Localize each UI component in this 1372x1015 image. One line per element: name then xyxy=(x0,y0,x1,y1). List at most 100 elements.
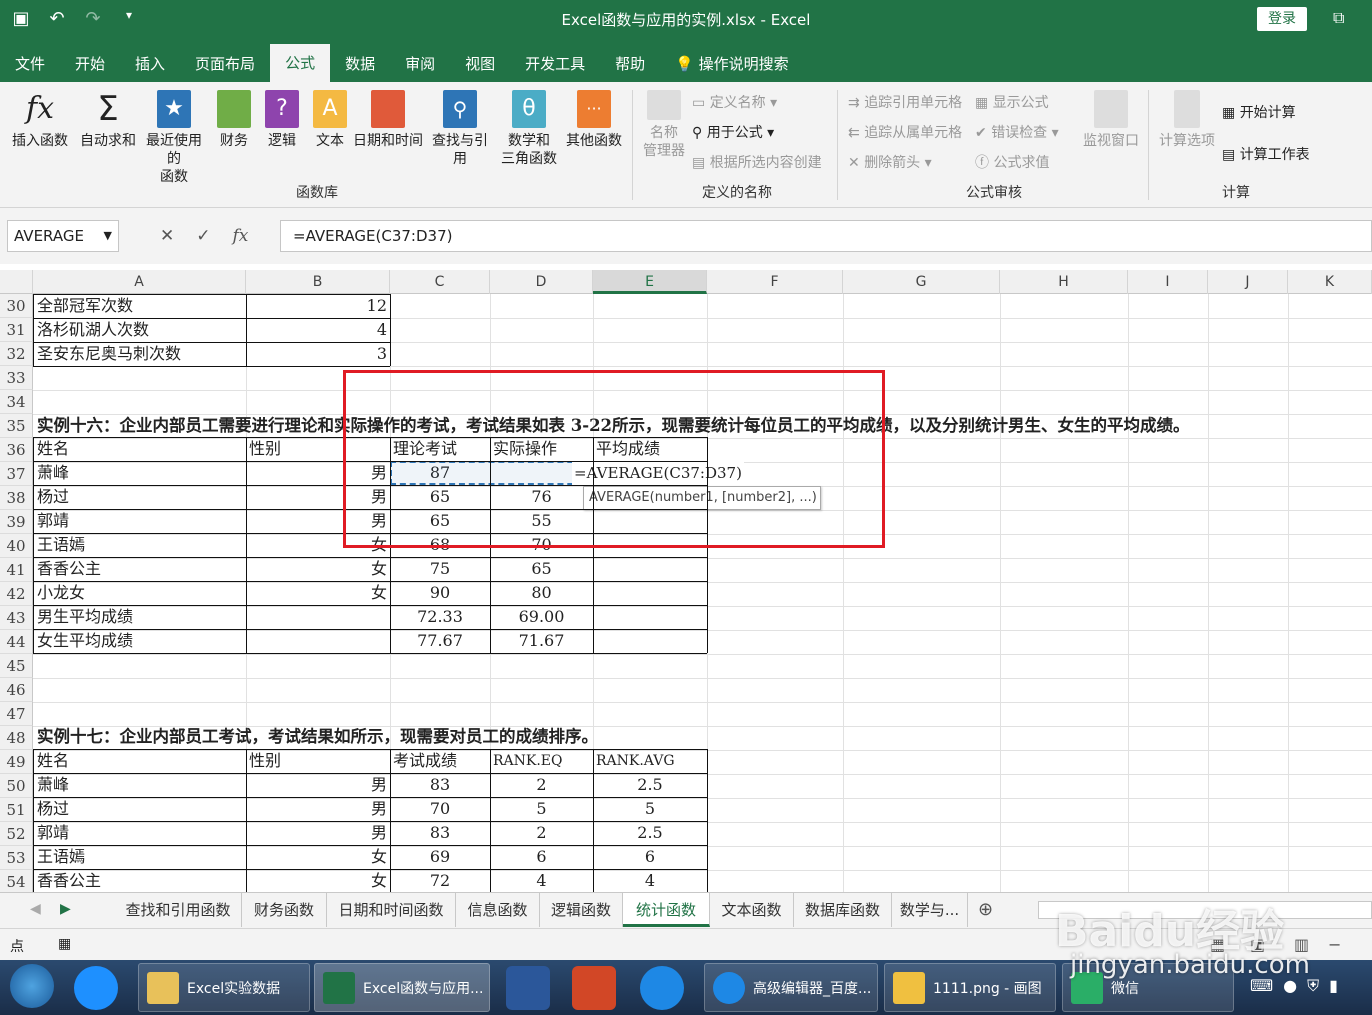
row-header[interactable]: 53 xyxy=(0,846,33,870)
row-header[interactable]: 43 xyxy=(0,606,33,630)
row-header[interactable]: 35 xyxy=(0,414,33,438)
t2-cell[interactable]: 郭靖 xyxy=(34,821,72,845)
row-header[interactable]: 34 xyxy=(0,390,33,414)
login-button[interactable]: 登录 xyxy=(1257,7,1307,31)
t1-cell-gender[interactable]: 女 xyxy=(246,581,390,605)
t2-header-score[interactable]: 考试成绩 xyxy=(390,749,460,773)
t1-header-name[interactable]: 姓名 xyxy=(34,437,72,461)
taskbar-paint[interactable]: 1111.png - 画图 xyxy=(884,963,1056,1012)
lookup-reference-button[interactable]: ⚲ 查找与引用 xyxy=(426,90,494,168)
t2-cell[interactable]: 2.5 xyxy=(593,821,707,845)
t2-cell[interactable]: 男 xyxy=(246,821,390,845)
tab-data[interactable]: 数据 xyxy=(330,48,390,82)
remove-arrows-button[interactable]: ✕ 删除箭头 ▾ xyxy=(848,152,932,172)
calculate-now-button[interactable]: ▦ 开始计算 xyxy=(1222,102,1296,122)
cell-a48-title[interactable]: 实例十七：企业内部员工考试，考试结果如所示，现需要对员工的成绩排序。 xyxy=(34,725,601,749)
sheet-tab[interactable]: 数据库函数 xyxy=(794,893,892,927)
error-checking-button[interactable]: ✔ 错误检查 ▾ xyxy=(975,122,1059,142)
row-header[interactable]: 48 xyxy=(0,726,33,750)
word-icon[interactable] xyxy=(506,966,550,1010)
t2-cell[interactable]: 萧峰 xyxy=(34,773,72,797)
column-header[interactable]: E xyxy=(593,270,707,294)
row-header[interactable]: 38 xyxy=(0,486,33,510)
taskbar-folder[interactable]: Excel实验数据 xyxy=(138,963,310,1012)
t1-cell-name[interactable]: 王语嫣 xyxy=(34,533,88,557)
t2-cell[interactable]: 70 xyxy=(390,797,490,821)
taskbar-excel[interactable]: Excel函数与应用... xyxy=(314,963,490,1012)
row-header[interactable]: 44 xyxy=(0,630,33,654)
t1-cell-practice[interactable]: 65 xyxy=(490,557,593,581)
row-header[interactable]: 41 xyxy=(0,558,33,582)
trace-precedents-button[interactable]: ⇉ 追踪引用单元格 xyxy=(848,92,962,112)
t2-cell[interactable]: 王语嫣 xyxy=(34,845,88,869)
tab-formulas[interactable]: 公式 xyxy=(270,44,331,82)
formula-input[interactable]: =AVERAGE(C37:D37) xyxy=(280,220,1372,252)
evaluate-formula-button[interactable]: ⓕ 公式求值 xyxy=(975,152,1049,172)
powerpoint-icon[interactable] xyxy=(572,966,616,1010)
t2-cell[interactable]: 5 xyxy=(593,797,707,821)
name-manager-button[interactable]: 名称 管理器 xyxy=(642,90,686,160)
t1-avg-cell[interactable]: 71.67 xyxy=(490,629,593,653)
tab-view[interactable]: 视图 xyxy=(450,48,510,82)
row-header[interactable]: 31 xyxy=(0,318,33,342)
t2-header-name[interactable]: 姓名 xyxy=(34,749,72,773)
use-in-formula-button[interactable]: ⚲ 用于公式 ▾ xyxy=(692,122,774,142)
sheet-tab[interactable]: 查找和引用函数 xyxy=(115,893,242,927)
t1-cell-name[interactable]: 郭靖 xyxy=(34,509,72,533)
t2-cell[interactable]: 6 xyxy=(593,845,707,869)
macro-record-icon[interactable]: ▦ xyxy=(58,936,71,952)
column-header[interactable]: D xyxy=(490,270,593,294)
name-box[interactable]: AVERAGE ▼ xyxy=(7,220,119,252)
t2-cell[interactable]: 69 xyxy=(390,845,490,869)
t2-cell[interactable]: 4 xyxy=(490,869,593,892)
column-header[interactable]: H xyxy=(1000,270,1128,294)
t2-cell[interactable]: 2.5 xyxy=(593,773,707,797)
t2-header-rank-eq[interactable]: RANK.EQ xyxy=(490,749,566,773)
create-from-selection-button[interactable]: ▤ 根据所选内容创建 xyxy=(692,152,822,172)
insert-function-icon[interactable]: fx xyxy=(233,226,249,246)
column-header[interactable]: K xyxy=(1288,270,1372,294)
chevron-down-icon[interactable]: ▼ xyxy=(104,221,112,251)
logical-button[interactable]: ? 逻辑 xyxy=(262,90,302,150)
tab-insert[interactable]: 插入 xyxy=(120,48,180,82)
cell-a31[interactable]: 洛杉矶湖人次数 xyxy=(34,318,152,342)
column-header[interactable]: G xyxy=(843,270,1000,294)
row-header[interactable]: 49 xyxy=(0,750,33,774)
zoom-out-icon[interactable]: − xyxy=(1328,935,1341,954)
row-header[interactable]: 54 xyxy=(0,870,33,892)
row-header[interactable]: 36 xyxy=(0,438,33,462)
column-header[interactable]: B xyxy=(246,270,390,294)
t1-cell-practice[interactable]: 80 xyxy=(490,581,593,605)
insert-function-button[interactable]: fx 插入函数 xyxy=(10,90,70,150)
sheet-tab[interactable]: 财务函数 xyxy=(242,893,327,927)
t2-cell[interactable]: 83 xyxy=(390,773,490,797)
start-button-icon[interactable] xyxy=(10,964,54,1008)
row-header[interactable]: 50 xyxy=(0,774,33,798)
t1-avg-cell[interactable]: 69.00 xyxy=(490,605,593,629)
cell-b30[interactable]: 12 xyxy=(246,294,390,318)
t2-cell[interactable]: 6 xyxy=(490,845,593,869)
row-header[interactable]: 47 xyxy=(0,702,33,726)
autosum-button[interactable]: Σ 自动求和 xyxy=(80,90,136,150)
row-header[interactable]: 33 xyxy=(0,366,33,390)
math-trig-button[interactable]: θ 数学和 三角函数 xyxy=(496,90,562,168)
t2-cell[interactable]: 5 xyxy=(490,797,593,821)
define-name-button[interactable]: ▭ 定义名称 ▾ xyxy=(692,92,777,112)
worksheet-grid[interactable]: A B C D E F G H I J K 30 31 32 33 34 35 36 37 38… xyxy=(0,270,1372,892)
column-header[interactable]: C xyxy=(390,270,490,294)
tab-file[interactable]: 文件 xyxy=(0,48,60,82)
t1-avg-cell[interactable]: 男生平均成绩 xyxy=(34,605,136,629)
sheet-tab[interactable]: 逻辑函数 xyxy=(540,893,623,927)
trace-dependents-button[interactable]: ⇇ 追踪从属单元格 xyxy=(848,122,962,142)
scroll-right-icon[interactable]: ▶ xyxy=(60,901,71,917)
t1-cell-gender[interactable]: 女 xyxy=(246,557,390,581)
date-time-button[interactable]: 日期和时间 xyxy=(352,90,424,150)
t2-header-rank-avg[interactable]: RANK.AVG xyxy=(593,749,678,773)
t2-cell[interactable]: 香香公主 xyxy=(34,869,104,892)
t1-cell-name[interactable]: 杨过 xyxy=(34,485,72,509)
cell-a30[interactable]: 全部冠军次数 xyxy=(34,294,136,318)
t1-cell-name[interactable]: 萧峰 xyxy=(34,461,72,485)
scroll-left-icon[interactable]: ◀ xyxy=(30,901,41,917)
t1-avg-cell[interactable]: 女生平均成绩 xyxy=(34,629,136,653)
t2-cell[interactable]: 女 xyxy=(246,845,390,869)
